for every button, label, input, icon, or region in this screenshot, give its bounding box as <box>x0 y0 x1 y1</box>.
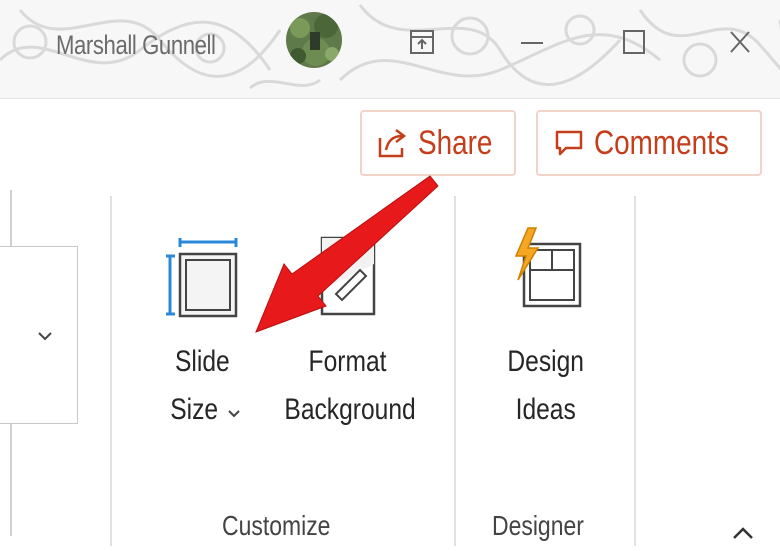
design-ideas-icon <box>514 227 582 308</box>
minimize-button[interactable] <box>508 18 556 66</box>
design-ideas-label-line1: Design <box>507 345 585 378</box>
close-button[interactable] <box>716 18 764 66</box>
avatar[interactable] <box>286 12 342 68</box>
account-name[interactable]: Marshall Gunnell <box>56 30 216 61</box>
share-label: Share <box>418 123 493 162</box>
comments-button[interactable]: Comments <box>536 110 762 176</box>
design-ideas-button[interactable]: Design Ideas <box>486 224 606 440</box>
comment-icon <box>555 130 583 156</box>
chevron-down-icon <box>228 410 240 418</box>
format-background-icon <box>320 236 376 316</box>
group-label-customize: Customize <box>222 510 331 541</box>
format-background-button[interactable]: Format Background <box>270 232 426 442</box>
collapse-ribbon-button[interactable] <box>726 518 760 546</box>
chevron-up-icon <box>733 527 753 539</box>
group-separator <box>110 196 112 546</box>
group-separator <box>454 196 456 546</box>
share-button[interactable]: Share <box>360 110 516 176</box>
minimize-icon <box>521 42 543 44</box>
comments-label: Comments <box>594 123 729 162</box>
group-label-designer: Designer <box>492 510 584 541</box>
ribbon-display-options-button[interactable] <box>398 18 446 66</box>
close-icon <box>730 31 750 53</box>
group-separator <box>634 196 636 546</box>
format-background-label-line1: Format <box>309 345 387 378</box>
design-ideas-label-line2: Ideas <box>515 393 577 426</box>
maximize-button[interactable] <box>610 18 658 66</box>
slide-size-icon <box>166 238 238 318</box>
ribbon-display-icon <box>410 30 434 54</box>
chevron-down-icon <box>38 332 52 341</box>
maximize-icon <box>623 30 645 54</box>
slide-size-button[interactable]: Slide Size <box>150 232 260 442</box>
gallery-dropdown[interactable] <box>0 246 78 424</box>
slide-size-label-line2: Size <box>170 393 218 426</box>
share-icon <box>378 129 407 158</box>
format-background-label-line2: Background <box>284 393 416 426</box>
slide-size-label-line1: Slide <box>174 345 230 378</box>
title-bar: Marshall Gunnell <box>0 0 780 99</box>
